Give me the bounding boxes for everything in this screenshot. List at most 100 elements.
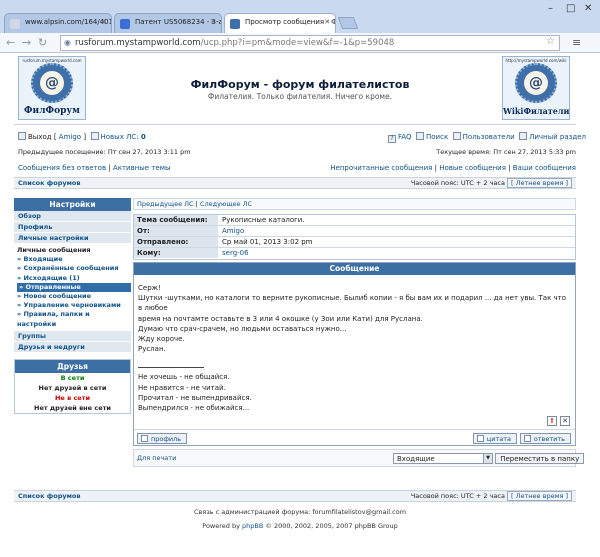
prev-pm-link[interactable]: Предыдущее ЛС [137, 200, 194, 208]
print-link[interactable]: Для печати [137, 454, 176, 462]
pm-actions-bar: Для печати Входящие ▼ Переместить в папку [133, 449, 585, 467]
reply-icon [523, 435, 531, 442]
forward-icon[interactable]: → [22, 36, 31, 49]
sidebar-item-groups[interactable]: Группы [14, 330, 131, 342]
signature-line: Не нравится - не читай. [138, 383, 226, 392]
settings-wrench-icon[interactable]: ≡ [572, 36, 581, 49]
sidebar-item-outbox[interactable]: » Исходящие (1) [17, 274, 131, 283]
folder-select[interactable]: Входящие ▼ [393, 453, 493, 464]
members-link[interactable]: Пользователи [463, 133, 515, 141]
browser-tab-1[interactable]: www.alpsin.com/164/4017 ✕ [4, 13, 112, 33]
logo-text: ФилФорум [24, 106, 80, 116]
timezone-label: Часовой пояс: UTC + 2 часа [410, 179, 505, 187]
faq-link[interactable]: FAQ [398, 133, 412, 141]
body-line: Руслан. [138, 345, 166, 354]
to-user-link[interactable]: serg-06 [220, 248, 249, 258]
footer-contact: Связь с администрацией форума: forumfila… [193, 508, 407, 516]
chevron-down-icon: ▼ [483, 454, 492, 463]
close-icon[interactable]: ✕ [210, 18, 216, 26]
user-links-right: ? FAQ Поиск Пользователи Личный раздел [388, 132, 586, 143]
next-pm-link[interactable]: Следующее ЛС [200, 200, 252, 208]
logo-text: WikiФилателия [503, 106, 570, 116]
active-topics-link[interactable]: Активные темы [113, 164, 171, 172]
quote-icon [476, 435, 484, 442]
body-line: Шутки -шутками, но каталоги то верните р… [138, 294, 567, 313]
settings-header: Настройки [14, 198, 131, 211]
post-buttons: профиль цитата ответить [134, 429, 575, 445]
unread-link[interactable]: Непрочитанные сообщения [330, 164, 432, 172]
your-posts-link[interactable]: Ваши сообщения [513, 164, 576, 172]
close-icon[interactable]: ✕ [100, 18, 106, 26]
signature-line: Прочитал - не выпендривайся. [138, 393, 252, 402]
move-to-folder-button[interactable]: Переместить в папку [495, 453, 585, 464]
wiki-logo[interactable]: http://mystampworld.com/wiki @ WikiФилат… [502, 56, 570, 120]
ucp-sidebar: Настройки Обзор Профиль Личные настройки… [14, 198, 131, 414]
message-panel: Сообщение Серж! Шутки -шутками, но катал… [133, 262, 576, 446]
window-close-icon[interactable]: ✕ [584, 3, 592, 14]
profile-button-label: профиль [151, 435, 182, 443]
minimize-icon[interactable]: – [548, 3, 553, 14]
from-label: От: [134, 226, 218, 236]
sidebar-item-inbox[interactable]: » Входящие [17, 255, 131, 264]
address-bar[interactable]: ◉ rusforum.mystampworld.com/ucp.php?i=pm… [60, 35, 560, 51]
maximize-icon[interactable]: □ [566, 3, 575, 14]
forum-index-link[interactable]: Список форумов [18, 179, 81, 187]
profile-icon [141, 435, 148, 442]
new-pm-count[interactable]: 0 [141, 133, 146, 141]
new-tab-button[interactable] [337, 17, 359, 29]
faq-icon: ? [388, 135, 396, 143]
back-icon[interactable]: ← [6, 36, 15, 49]
new-posts-link[interactable]: Новые сообщения [439, 164, 506, 172]
page-info-icon: ◉ [64, 38, 71, 47]
folder-select-wrap: Входящие ▼ Переместить в папку [393, 453, 585, 464]
link-separator: | [508, 164, 511, 172]
to-label: Кому: [134, 248, 218, 258]
ucp-link[interactable]: Личный раздел [529, 133, 586, 141]
pm-header-table: Тема сообщения: Рукописные каталоги. От:… [133, 214, 576, 260]
friends-panel: Друзья В сети Нет друзей в сети Не в сет… [14, 358, 131, 414]
forum-index-link-bottom[interactable]: Список форумов [18, 492, 81, 500]
sidebar-item-prefs[interactable]: Личные настройки [14, 233, 131, 244]
tab-label: Просмотр сообщения - Фил [245, 18, 335, 26]
subject-label: Тема сообщения: [134, 215, 218, 225]
users-icon [452, 132, 461, 140]
sidebar-item-rules[interactable]: » Правила, папки и настройки [17, 310, 131, 328]
powered-suffix: © 2000, 2002, 2005, 2007 phpBB Group [265, 522, 398, 530]
bookmark-star-icon[interactable]: ☆ [546, 36, 555, 47]
reply-button[interactable]: ответить [519, 433, 571, 444]
sidebar-item-compose[interactable]: » Новое сообщение [17, 292, 131, 301]
quote-button[interactable]: цитата [472, 433, 517, 444]
logout-suffix: ] [83, 133, 87, 141]
pm-pagination: Предыдущее ЛС | Следующее ЛС [133, 198, 576, 210]
page-favicon-icon [10, 19, 20, 29]
browser-tab-2[interactable]: Патент US5068234 - 3-aryl ✕ [114, 13, 222, 33]
profile-button[interactable]: профиль [137, 433, 188, 444]
forum-page: rusforum.mystampworld.com @ ФилФорум Фил… [0, 54, 600, 557]
sidebar-item-drafts[interactable]: » Управление черновиками [17, 301, 131, 310]
sent-row: Отправлено: Ср май 01, 2013 3:02 pm [134, 237, 575, 248]
phpbb-link[interactable]: phpBB [242, 522, 263, 530]
delete-icon[interactable]: ✕ [560, 416, 570, 426]
no-online-friends: Нет друзей в сети [38, 383, 107, 392]
timezone-info: Часовой пояс: UTC + 2 часа [ Летнее врем… [411, 178, 572, 188]
new-pm-link[interactable]: Новых ЛС: [101, 133, 139, 141]
sidebar-item-friends-foes[interactable]: Друзья и недруги [14, 341, 131, 353]
report-icon[interactable]: ! [547, 416, 557, 426]
sidebar-item-saved[interactable]: » Сохранённые сообщения [17, 264, 131, 273]
browser-tab-active[interactable]: Просмотр сообщения - Фил ✕ [224, 13, 336, 34]
from-user-link[interactable]: Amigo [220, 226, 244, 236]
sidebar-item-overview[interactable]: Обзор [14, 211, 131, 222]
sidebar-item-sent[interactable]: » Отправленные [17, 282, 131, 293]
link-separator: | [195, 200, 198, 208]
url-host: rusforum.mystampworld.com [75, 38, 201, 48]
tab-label: Патент US5068234 - 3-aryl [135, 18, 222, 26]
reload-icon[interactable]: ↻ [38, 36, 47, 49]
unanswered-link[interactable]: Сообщения без ответов [18, 164, 106, 172]
signature-divider [138, 367, 204, 369]
report-row: ! ✕ [134, 415, 575, 429]
logout-link[interactable]: Amigo [59, 133, 81, 141]
close-icon[interactable]: ✕ [324, 18, 330, 26]
timezone-label: Часовой пояс: UTC + 2 часа [410, 492, 505, 500]
sidebar-item-profile[interactable]: Профиль [14, 222, 131, 233]
search-link[interactable]: Поиск [426, 133, 448, 141]
